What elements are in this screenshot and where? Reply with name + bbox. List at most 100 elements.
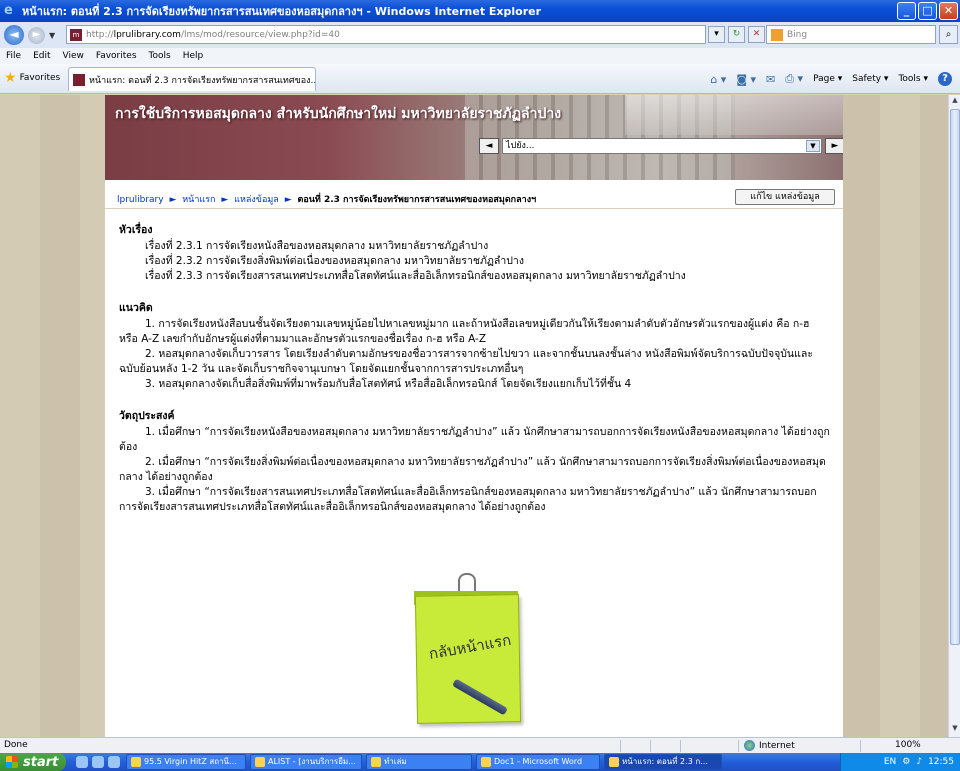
concepts-heading: แนวคิด [119,302,153,314]
ie-icon: e [4,3,13,18]
address-bar[interactable]: m http://lprulibrary.com/lms/mod/resourc… [66,25,706,44]
feeds-icon[interactable]: ◙ ▾ [736,73,756,86]
zone-label: Internet [759,740,795,751]
taskbar-button-label: 95.5 Virgin HitZ สถานี... [144,757,237,766]
menu-favorites[interactable]: Favorites [96,51,137,61]
menu-bar: File Edit View Favorites Tools Help [0,48,960,64]
page-viewport: การใช้บริการหอสมุดกลาง สำหรับนักศึกษาใหม… [0,95,948,737]
navigation-row: lprulibrary ► หน้าแรก ► แหล่งข้อมูล ► ตอ… [105,183,843,209]
scroll-up-icon[interactable]: ▲ [950,96,960,108]
volume-icon[interactable]: ♪ [916,757,922,767]
clock: 12:55 [928,757,954,767]
scroll-down-icon[interactable]: ▼ [950,724,960,736]
site-title: การใช้บริการหอสมุดกลาง สำหรับนักศึกษาใหม… [115,106,562,122]
taskbar-button-label: Doc1 - Microsoft Word [494,757,583,766]
menu-tools[interactable]: Tools [149,51,171,61]
favorites-label: Favorites [19,73,61,83]
taskbar-button-active[interactable]: หน้าแรก: ตอนที่ 2.3 ก... [604,754,722,770]
tray-icon[interactable]: ⚙ [902,757,910,767]
main-content: การใช้บริการหอสมุดกลาง สำหรับนักศึกษาใหม… [105,95,843,737]
edit-resource-button[interactable]: แก้ไข แหล่งข้อมูล [735,189,835,205]
stop-button[interactable]: ✕ [748,26,765,43]
topics-heading: หัวเรื่อง [119,224,153,236]
topic-item: เรื่องที่ 2.3.1 การจัดเรียงหนังสือของหอส… [145,240,489,252]
windows-logo-icon [6,756,18,768]
menu-view[interactable]: View [63,51,84,61]
taskbar: start 95.5 Virgin HitZ สถานี... ALIST - … [0,753,960,771]
search-button[interactable]: ⌕ [939,25,958,44]
quick-launch-icon[interactable] [76,756,88,768]
ie-icon [609,757,619,767]
zoom-level[interactable]: 100% [895,740,921,750]
taskbar-button[interactable]: ALIST - [งานบริการยืม... [250,754,362,770]
menu-file[interactable]: File [6,51,21,61]
jump-navigation: ◄ ไปยัง... ▼ ► [479,138,843,154]
banner-sky-image [625,95,843,135]
objective-item: 3. เมื่อศึกษา “การจัดเรียงสารสนเทศประเภท… [119,486,817,513]
safety-menu[interactable]: Safety ▾ [852,74,888,84]
objective-item: 2. เมื่อศึกษา “การจัดเรียงสิ่งพิมพ์ต่อเน… [119,456,826,483]
topic-item: เรื่องที่ 2.3.3 การจัดเรียงสารสนเทศประเภ… [145,270,686,282]
quick-launch-icon[interactable] [92,756,104,768]
menu-help[interactable]: Help [183,51,204,61]
url-prefix: http:// [86,29,114,40]
app-icon [131,757,141,767]
taskbar-button[interactable]: ทำเล่ม [366,754,472,770]
home-icon[interactable]: ⌂ ▾ [710,73,726,86]
tab-title: หน้าแรก: ตอนที่ 2.3 การจัดเรียงทรัพยากรส… [89,75,316,86]
breadcrumb-link-home[interactable]: หน้าแรก [182,195,215,205]
breadcrumb-separator: ► [284,195,292,205]
page-menu[interactable]: Page ▾ [813,74,842,84]
start-button[interactable]: start [0,753,66,771]
print-icon[interactable]: ⎙ ▾ [785,72,803,86]
command-bar: ⌂ ▾ ◙ ▾ ✉ ⎙ ▾ Page ▾ Safety ▾ Tools ▾ ? [710,72,952,86]
breadcrumb-separator: ► [169,195,177,205]
help-icon[interactable]: ? [938,72,952,86]
url-path: /lms/mod/resource/view.php?id=40 [180,29,340,40]
taskbar-button[interactable]: 95.5 Virgin HitZ สถานี... [126,754,246,770]
start-label: start [23,754,59,770]
mail-icon[interactable]: ✉ [766,73,775,86]
language-indicator[interactable]: EN [884,757,896,767]
taskbar-button-label: หน้าแรก: ตอนที่ 2.3 ก... [622,757,708,766]
word-icon [481,757,491,767]
close-button[interactable]: ✕ [939,2,958,20]
back-button[interactable]: ◄ [4,25,24,45]
refresh-button[interactable]: ↻ [728,26,745,43]
jump-select[interactable]: ไปยัง... ▼ [502,138,822,154]
breadcrumb-separator: ► [221,195,229,205]
vertical-scrollbar[interactable]: ▲ ▼ [948,95,960,737]
concept-item: 1. การจัดเรียงหนังสือบนชั้นจัดเรียงตามเล… [119,318,810,345]
next-activity-button[interactable]: ► [825,138,843,154]
menu-edit[interactable]: Edit [33,51,50,61]
quick-launch [76,756,120,768]
taskbar-button-label: ALIST - [งานบริการยืม... [268,757,356,766]
window-title: หน้าแรก: ตอนที่ 2.3 การจัดเรียงทรัพยากรส… [22,5,542,18]
taskbar-button[interactable]: Doc1 - Microsoft Word [476,754,600,770]
minimize-button[interactable]: _ [897,2,916,20]
url-host: lprulibrary.com [113,29,181,40]
scrollbar-thumb[interactable] [950,109,960,645]
favorites-button[interactable]: ★ Favorites [4,70,60,86]
quick-launch-icon[interactable] [108,756,120,768]
objectives-heading: วัตถุประสงค์ [119,410,175,422]
window-titlebar: e หน้าแรก: ตอนที่ 2.3 การจัดเรียงทรัพยาก… [0,0,960,22]
breadcrumb-link-resources[interactable]: แหล่งข้อมูล [234,195,279,205]
jump-select-value: ไปยัง... [506,141,535,151]
maximize-button[interactable]: □ [918,2,937,20]
breadcrumb-link-site[interactable]: lprulibrary [117,195,164,205]
tools-menu[interactable]: Tools ▾ [898,74,928,84]
system-tray: EN ⚙ ♪ 12:55 [840,753,960,771]
forward-button[interactable]: ► [28,26,45,44]
app-icon [255,757,265,767]
concept-item: 2. หอสมุดกลางจัดเก็บวารสาร โดยเรียงลำดับ… [119,348,813,375]
globe-icon [744,740,755,751]
star-icon: ★ [4,70,17,86]
resource-content: หัวเรื่อง เรื่องที่ 2.3.1 การจัดเรียงหนั… [119,223,831,515]
history-dropdown-icon[interactable]: ▼ [49,31,55,40]
browser-tab[interactable]: หน้าแรก: ตอนที่ 2.3 การจัดเรียงทรัพยากรส… [68,67,316,91]
home-note-link[interactable]: กลับหน้าแรก [410,573,525,737]
prev-activity-button[interactable]: ◄ [479,138,499,154]
address-dropdown-button[interactable]: ▾ [708,26,725,43]
search-input[interactable]: Bing [766,25,936,44]
